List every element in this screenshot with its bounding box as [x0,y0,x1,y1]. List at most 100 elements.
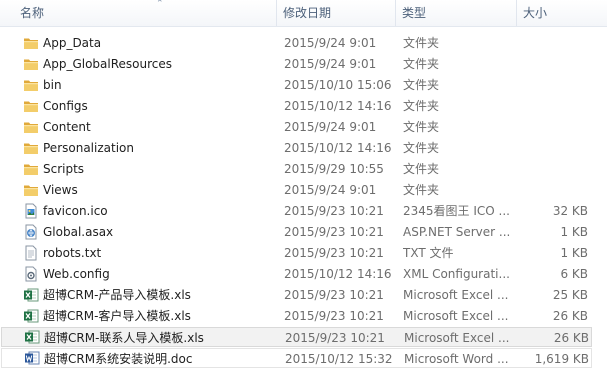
column-header-type[interactable]: 类型 [396,0,517,26]
column-header-bar: ⌃ 名称 修改日期 类型 大小 [0,0,607,27]
word-file-icon [24,350,40,366]
file-type: 文件夹 [403,78,440,92]
file-size: 26 KB [553,331,589,345]
file-size [520,117,588,137]
file-row[interactable]: 超博CRM-产品导入模板.xls 2015/9/23 10:21 Microsoft… [0,285,607,305]
file-size: 1,619 KB [534,352,589,366]
file-size: 1 KB [560,246,588,260]
file-type: Microsoft Excel ... [403,288,509,302]
file-name: Web.config [43,267,110,281]
file-name: bin [43,78,62,92]
file-modified-date: 2015/10/12 14:16 [284,141,392,155]
excel-file-icon [24,329,40,345]
column-header-name-label: 名称 [20,6,45,20]
file-row[interactable]: Web.config 2015/10/12 14:16 XML Configurat… [0,264,607,284]
file-modified-date: 2015/10/12 14:16 [284,99,392,113]
file-row[interactable]: Global.asax 2015/9/23 10:21 ASP.NET Server… [0,222,607,242]
config-file-icon [23,266,39,282]
file-row[interactable]: 超博CRM系统安装说明.doc 2015/10/12 15:32 Microsoft… [1,348,592,368]
file-type: Microsoft Excel ... [403,309,509,323]
file-size [520,54,588,74]
file-row[interactable]: Content 2015/9/24 9:01 文件夹 [0,117,607,137]
file-type: ASP.NET Server ... [403,225,511,239]
file-name: 超博CRM-客户导入模板.xls [43,309,191,323]
file-list: App_Data 2015/9/24 9:01 文件夹 App_GlobalResou… [0,33,607,369]
column-header-size-label: 大小 [523,6,548,20]
file-type: 文件夹 [403,141,440,155]
file-name: robots.txt [43,246,102,260]
file-row[interactable]: 超博CRM-联系人导入模板.xls 2015/9/23 10:21 Microsof… [1,327,592,347]
file-row[interactable]: Views 2015/9/24 9:01 文件夹 [0,180,607,200]
file-modified-date: 2015/9/24 9:01 [284,120,377,134]
file-name: App_Data [43,36,102,50]
file-name: Scripts [43,162,85,176]
file-type: 文件夹 [403,162,440,176]
sort-up-icon: ⌃ [156,0,164,9]
file-size [520,180,588,200]
folder-icon [23,161,39,177]
file-type: Microsoft Word ... [404,352,509,366]
column-header-name[interactable]: ⌃ 名称 [14,0,277,26]
file-type: 文件夹 [403,99,440,113]
file-modified-date: 2015/9/23 10:21 [284,309,384,323]
file-row[interactable]: Personalization 2015/10/12 14:16 文件夹 [0,138,607,158]
file-type: Microsoft Excel ... [404,331,510,345]
file-name: Configs [43,99,88,113]
file-row[interactable]: App_Data 2015/9/24 9:01 文件夹 [0,33,607,53]
file-row[interactable]: Scripts 2015/9/29 10:55 文件夹 [0,159,607,179]
column-header-date-label: 修改日期 [283,6,332,20]
file-row[interactable]: bin 2015/10/10 15:06 文件夹 [0,75,607,95]
file-size [520,159,588,179]
file-row[interactable]: robots.txt 2015/9/23 10:21 TXT 文件 1 KB [0,243,607,263]
file-modified-date: 2015/9/23 10:21 [284,288,384,302]
file-size [520,96,588,116]
file-row[interactable]: 超博CRM-客户导入模板.xls 2015/9/23 10:21 Microsoft… [0,306,607,326]
file-modified-date: 2015/9/23 10:21 [284,225,384,239]
file-size [520,138,588,158]
folder-icon [23,119,39,135]
file-modified-date: 2015/9/24 9:01 [284,57,377,71]
file-modified-date: 2015/10/12 15:32 [285,352,393,366]
text-file-icon [23,245,39,261]
folder-icon [23,98,39,114]
file-explorer: ⌃ 名称 修改日期 类型 大小 App_Data 2015/9/24 9:01 文件… [0,0,607,384]
file-type: 文件夹 [403,57,440,71]
file-name: 超博CRM-联系人导入模板.xls [44,331,204,345]
file-size [520,33,588,53]
file-modified-date: 2015/10/12 14:16 [284,267,392,281]
file-modified-date: 2015/9/24 9:01 [284,183,377,197]
file-modified-date: 2015/9/24 9:01 [284,36,377,50]
folder-icon [23,182,39,198]
file-type: 文件夹 [403,183,440,197]
file-size: 6 KB [560,267,588,281]
file-type: TXT 文件 [403,246,454,260]
excel-file-icon [23,287,39,303]
folder-icon [23,35,39,51]
file-size: 1 KB [560,225,588,239]
file-type: 文件夹 [403,120,440,134]
column-header-size[interactable]: 大小 [517,0,607,26]
file-name: 超博CRM系统安装说明.doc [44,352,193,366]
file-size: 25 KB [552,288,588,302]
file-modified-date: 2015/9/23 10:21 [284,246,384,260]
aspnet-file-icon [23,224,39,240]
column-header-type-label: 类型 [402,6,427,20]
file-name: 超博CRM-产品导入模板.xls [43,288,191,302]
file-name: App_GlobalResources [43,57,173,71]
file-row[interactable]: favicon.ico 2015/9/23 10:21 2345看图王 ICO ..… [0,201,607,221]
file-size [520,75,588,95]
file-name: favicon.ico [43,204,108,218]
file-row[interactable]: App_GlobalResources 2015/9/24 9:01 文件夹 [0,54,607,74]
file-type: 文件夹 [403,36,440,50]
file-modified-date: 2015/9/23 10:21 [285,331,385,345]
column-header-date[interactable]: 修改日期 [277,0,396,26]
image-file-icon [23,203,39,219]
file-name: Views [43,183,78,197]
file-row[interactable]: Configs 2015/10/12 14:16 文件夹 [0,96,607,116]
file-type: XML Configurati... [403,267,510,281]
file-modified-date: 2015/10/10 15:06 [284,78,392,92]
file-type: 2345看图王 ICO ... [403,204,510,218]
file-modified-date: 2015/9/29 10:55 [284,162,384,176]
excel-file-icon [23,308,39,324]
file-name: Global.asax [43,225,114,239]
